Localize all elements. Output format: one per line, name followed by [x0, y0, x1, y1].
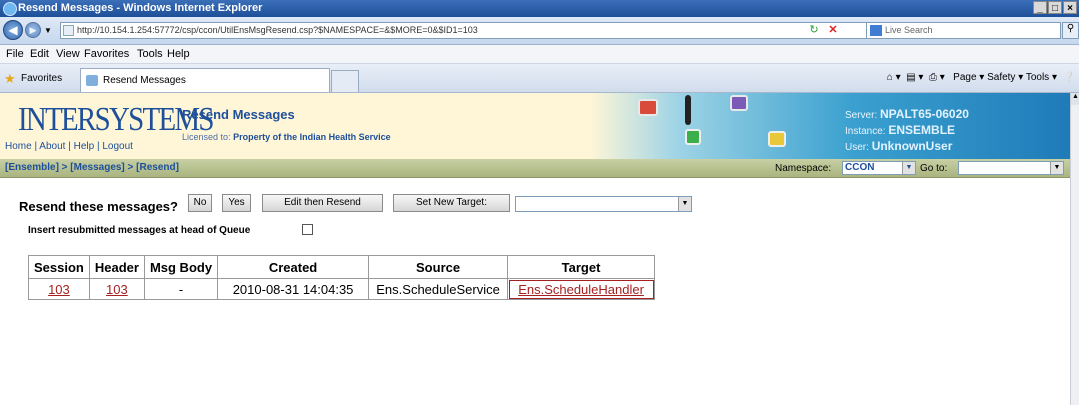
live-search-icon: [870, 25, 882, 36]
licensed-label: Licensed to:: [182, 132, 231, 142]
vertical-scrollbar[interactable]: ▲: [1070, 93, 1079, 405]
tab-resend-messages[interactable]: Resend Messages: [80, 68, 330, 92]
refresh-icon[interactable]: ↻: [806, 23, 822, 38]
header-left-panel: INTERSYSTEMS Home | About | Help | Logou…: [0, 93, 590, 159]
favorites-button[interactable]: Favorites: [21, 73, 62, 84]
breadcrumb-bar: [Ensemble] > [Messages] > [Resend] Names…: [0, 159, 1070, 178]
tab-page-icon: [86, 75, 98, 86]
messages-table: Session Header Msg Body Created Source T…: [28, 255, 656, 300]
server-name: NPALT65-06020: [880, 107, 969, 121]
goto-label: Go to:: [920, 163, 948, 174]
col-msg-body: Msg Body: [143, 255, 219, 279]
col-created: Created: [217, 255, 370, 279]
feeds-icon[interactable]: ▤: [906, 72, 915, 83]
print-icon[interactable]: ⎙: [929, 72, 937, 83]
no-button[interactable]: No: [188, 194, 212, 212]
user-name: UnknownUser: [871, 139, 953, 153]
header-banner-graphic: [590, 93, 1070, 159]
col-header: Header: [88, 255, 145, 279]
maximize-button[interactable]: □: [1048, 1, 1062, 14]
banner-person-figure: [685, 95, 691, 125]
command-menus[interactable]: Page ▾ Safety ▾ Tools ▾: [953, 72, 1057, 83]
header-link[interactable]: 103: [88, 278, 145, 300]
address-url: http://10.154.1.254:57772/csp/ccon/UtilE…: [77, 25, 478, 35]
search-placeholder: Live Search: [885, 25, 933, 35]
new-tab-button[interactable]: [331, 70, 359, 92]
target-link[interactable]: Ens.ScheduleHandler: [507, 278, 656, 300]
favorites-star-icon[interactable]: ★: [4, 71, 16, 87]
banner-monitor-icon: [730, 95, 748, 111]
menu-favorites[interactable]: Favorites: [84, 48, 129, 60]
msg-body-cell[interactable]: -: [143, 278, 219, 300]
minimize-button[interactable]: _: [1033, 1, 1047, 14]
scroll-up-icon[interactable]: ▲: [1071, 93, 1079, 105]
col-session: Session: [28, 255, 90, 279]
page-title: Resend Messages: [182, 107, 295, 122]
page-icon: [63, 25, 74, 36]
instance-name: ENSEMBLE: [888, 123, 956, 137]
target-select[interactable]: ▼: [515, 196, 692, 212]
window-title: Resend Messages - Windows Internet Explo…: [18, 2, 263, 14]
col-target: Target: [507, 255, 656, 279]
home-link[interactable]: Home: [5, 141, 32, 152]
tabs-bar: ★ Favorites Resend Messages ⌂ ▾ ▤ ▾ ⎙ ▾ …: [0, 64, 1079, 93]
chevron-down-icon[interactable]: ▼: [1050, 162, 1063, 174]
help-link[interactable]: Help: [74, 141, 95, 152]
source-cell: Ens.ScheduleService: [368, 278, 509, 300]
tab-title: Resend Messages: [103, 75, 186, 86]
yes-button[interactable]: Yes: [222, 194, 251, 212]
menu-view[interactable]: View: [56, 48, 80, 60]
search-input[interactable]: Live Search: [866, 22, 1061, 39]
insert-at-head-label: Insert resubmitted messages at head of Q…: [28, 225, 251, 236]
app-header: INTERSYSTEMS Home | About | Help | Logou…: [0, 93, 1070, 159]
edit-then-resend-button[interactable]: Edit then Resend: [262, 194, 383, 212]
address-toolbar: ◀ ▶ ▼ http://10.154.1.254:57772/csp/ccon…: [0, 17, 1079, 45]
history-dropdown-icon[interactable]: ▼: [44, 26, 52, 35]
goto-select[interactable]: ▼: [958, 161, 1064, 175]
logout-link[interactable]: Logout: [102, 141, 133, 152]
menu-file[interactable]: File: [6, 48, 24, 60]
help-icon[interactable]: ❔: [1063, 72, 1075, 83]
stop-icon[interactable]: ✕: [825, 23, 841, 38]
command-bar[interactable]: ⌂ ▾ ▤ ▾ ⎙ ▾ Page ▾ Safety ▾ Tools ▾ ❔: [887, 72, 1075, 83]
namespace-select[interactable]: CCON ▼: [842, 161, 916, 175]
namespace-value: CCON: [845, 162, 875, 173]
search-go-icon[interactable]: ⚲: [1062, 22, 1079, 39]
server-info: Server: NPALT65-06020: [845, 107, 969, 121]
banner-monitor-icon: [685, 129, 701, 145]
menu-help[interactable]: Help: [167, 48, 190, 60]
set-new-target-button[interactable]: Set New Target:: [393, 194, 510, 212]
insert-at-head-checkbox[interactable]: [302, 224, 313, 235]
chevron-down-icon[interactable]: ▼: [678, 197, 691, 211]
menu-bar: File Edit View Favorites Tools Help: [0, 45, 1079, 64]
session-link[interactable]: 103: [28, 278, 90, 300]
licensed-to: Property of the Indian Health Service: [233, 132, 391, 142]
ie-icon: [3, 2, 17, 16]
license-info: Licensed to: Property of the Indian Heal…: [182, 132, 391, 142]
window-controls: _ □ ×: [1033, 1, 1077, 14]
header-links: Home | About | Help | Logout: [5, 141, 133, 152]
resend-question: Resend these messages?: [19, 199, 178, 214]
banner-monitor-icon: [768, 131, 786, 147]
window-titlebar: Resend Messages - Windows Internet Explo…: [0, 0, 1079, 17]
about-link[interactable]: About: [39, 141, 65, 152]
table-header-row: Session Header Msg Body Created Source T…: [28, 255, 656, 279]
chevron-down-icon[interactable]: ▼: [902, 162, 915, 174]
banner-monitor-icon: [638, 99, 658, 116]
breadcrumb[interactable]: [Ensemble] > [Messages] > [Resend]: [5, 162, 179, 173]
close-button[interactable]: ×: [1063, 1, 1077, 14]
menu-edit[interactable]: Edit: [30, 48, 49, 60]
namespace-label: Namespace:: [775, 163, 832, 174]
back-button[interactable]: ◀: [3, 20, 23, 40]
instance-info: Instance: ENSEMBLE: [845, 123, 956, 137]
home-icon[interactable]: ⌂: [887, 72, 893, 83]
created-cell: 2010-08-31 14:04:35: [217, 278, 370, 300]
menu-tools[interactable]: Tools: [137, 48, 163, 60]
user-info: User: UnknownUser: [845, 139, 953, 153]
col-source: Source: [368, 255, 509, 279]
forward-button[interactable]: ▶: [25, 22, 41, 38]
table-row: 103 103 - 2010-08-31 14:04:35 Ens.Schedu…: [28, 278, 656, 300]
